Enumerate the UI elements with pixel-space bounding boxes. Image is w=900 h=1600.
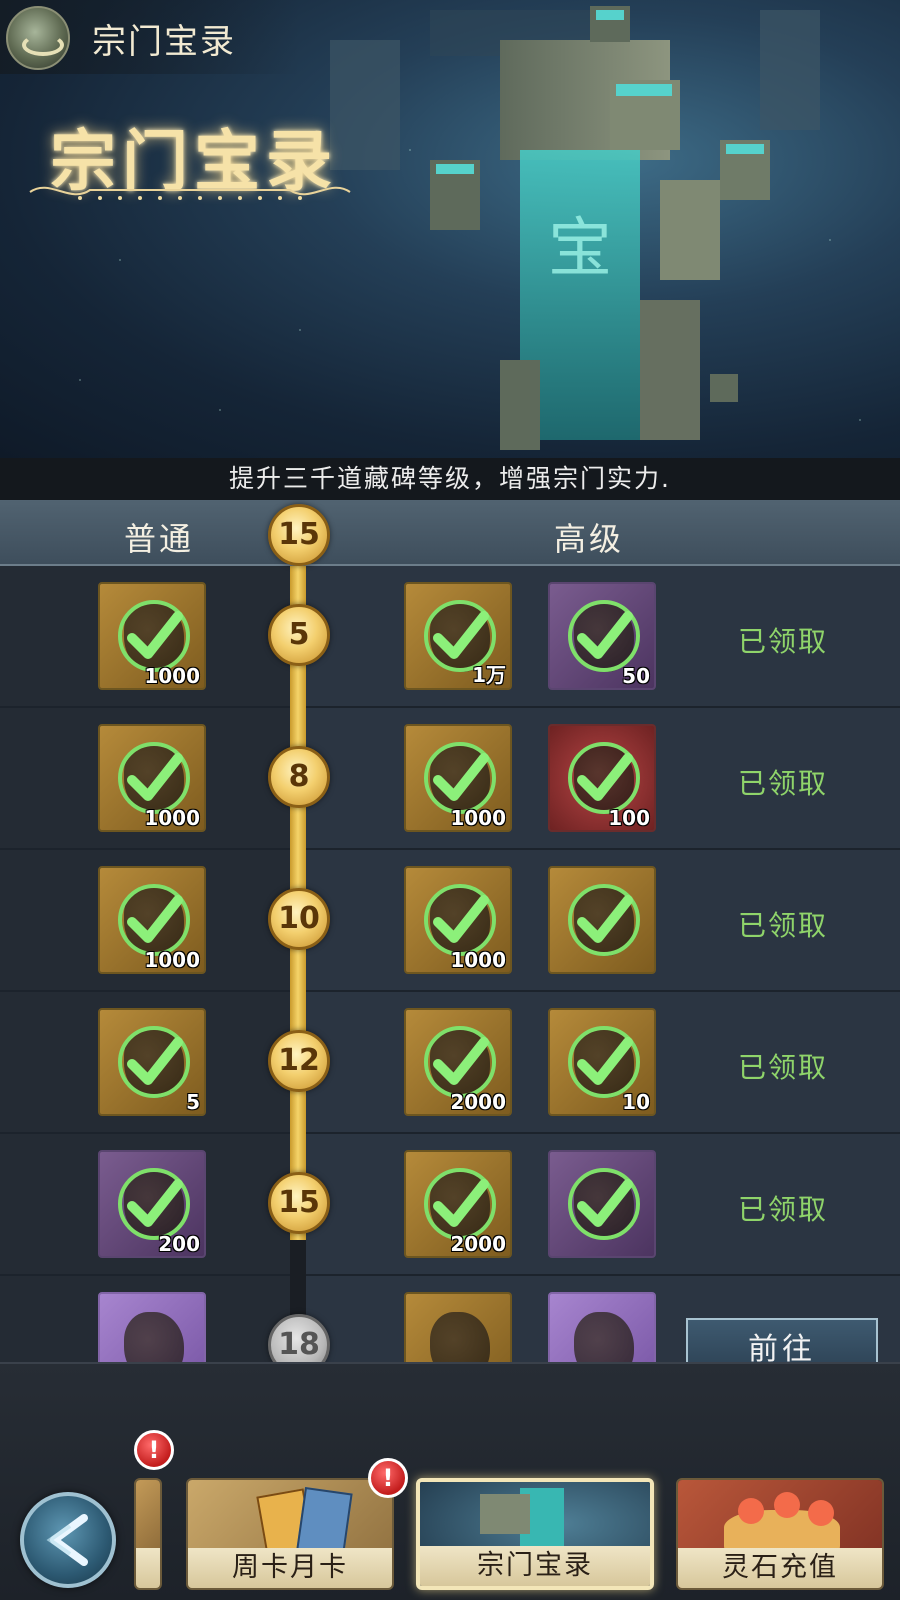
notification-badge-icon: ! (134, 1430, 174, 1470)
item-quantity: 1000 (450, 948, 506, 972)
item-quantity: 5 (186, 1090, 200, 1114)
claimed-status: 已领取 (738, 909, 829, 942)
tab-label: 周卡月卡 (188, 1548, 392, 1588)
reward-row: 200 2000 已领取 (0, 1134, 900, 1276)
goto-button[interactable]: 前往 (686, 1318, 878, 1362)
reward-item[interactable]: 1000 (98, 866, 206, 974)
item-quantity: 1万 (472, 663, 506, 687)
claimed-status: 已领取 (738, 1051, 829, 1084)
claimed-status: 已领取 (738, 767, 829, 800)
sect-emblem-icon (6, 6, 70, 70)
claimed-check-icon (568, 1168, 640, 1240)
claimed-check-icon (568, 884, 640, 956)
reward-item[interactable]: 100 (548, 724, 656, 832)
reward-item[interactable] (98, 1292, 206, 1362)
reward-row: 前往 (0, 1276, 900, 1362)
reward-item[interactable]: 1000 (98, 582, 206, 690)
level-node: 15 (268, 1172, 330, 1234)
claimed-status: 已领取 (738, 625, 829, 658)
back-arrow-icon (46, 1514, 88, 1566)
claimed-status: 已领取 (738, 1193, 829, 1226)
item-quantity: 10 (622, 1090, 650, 1114)
current-level-node: 15 (268, 504, 330, 566)
item-quantity: 1000 (144, 664, 200, 688)
reward-item[interactable] (548, 1292, 656, 1362)
reward-row: 1000 1000 已领取 (0, 850, 900, 992)
tab-label: 宗门宝录 (420, 1546, 650, 1586)
event-description: 提升三千道藏碑等级，增强宗门实力. (0, 458, 900, 500)
reward-item[interactable]: 1000 (404, 724, 512, 832)
svg-text:宝: 宝 (548, 212, 612, 286)
level-node: 8 (268, 746, 330, 808)
reward-item-icon (430, 1312, 490, 1362)
reward-item[interactable]: 200 (98, 1150, 206, 1258)
level-node: 10 (268, 888, 330, 950)
reward-item[interactable]: 2000 (404, 1008, 512, 1116)
notification-badge-icon: ! (368, 1458, 408, 1498)
cloud-ornament-icon (29, 186, 351, 200)
item-quantity: 2000 (450, 1090, 506, 1114)
claimed-check-icon (118, 1026, 190, 1098)
item-quantity: 2000 (450, 1232, 506, 1256)
level-node: 5 (268, 604, 330, 666)
reward-item[interactable]: 10 (548, 1008, 656, 1116)
item-quantity: 1000 (450, 806, 506, 830)
reward-row: 1000 1万 50 已领取 (0, 566, 900, 708)
advanced-tier-heading: 高级 (554, 520, 625, 558)
tab-sect-treasure[interactable]: 宗门宝录 (416, 1478, 654, 1590)
reward-row: 1000 1000 100 已领取 (0, 708, 900, 850)
normal-tier-heading: 普通 (124, 520, 195, 558)
level-node: 12 (268, 1030, 330, 1092)
item-quantity: 1000 (144, 948, 200, 972)
item-quantity: 100 (608, 806, 650, 830)
reward-item[interactable]: 2000 (404, 1150, 512, 1258)
reward-item[interactable]: 50 (548, 582, 656, 690)
list-header: 普通 高级 (0, 500, 900, 566)
reward-item[interactable]: 1万 (404, 582, 512, 690)
reward-list[interactable]: 1000 1万 50 已领取 1000 1000 100 已领取 1000 1000 已领取 5 200… (0, 500, 900, 1362)
reward-item-icon (574, 1312, 634, 1362)
reward-item[interactable] (404, 1292, 512, 1362)
top-title-bar: 宗门宝录 (0, 0, 300, 74)
tab-weekly-monthly-card[interactable]: 周卡月卡 (186, 1478, 394, 1590)
reward-item[interactable] (548, 866, 656, 974)
reward-row: 5 2000 10 已领取 (0, 992, 900, 1134)
tab-spirit-stone-recharge[interactable]: 灵石充值 (676, 1478, 884, 1590)
item-quantity: 200 (158, 1232, 200, 1256)
tab-label: 灵石充值 (678, 1548, 882, 1588)
page-title: 宗门宝录 (92, 22, 236, 62)
reward-item[interactable]: 1000 (404, 866, 512, 974)
reward-item[interactable]: 5 (98, 1008, 206, 1116)
reward-item[interactable]: 1000 (98, 724, 206, 832)
back-button[interactable] (20, 1492, 116, 1588)
reward-item[interactable] (548, 1150, 656, 1258)
banner: 宝 宗门宝录 宗门宝录 (0, 0, 900, 458)
item-quantity: 50 (622, 664, 650, 688)
item-quantity: 1000 (144, 806, 200, 830)
tab-partial-hidden[interactable] (134, 1478, 162, 1590)
reward-item-icon (124, 1312, 184, 1362)
